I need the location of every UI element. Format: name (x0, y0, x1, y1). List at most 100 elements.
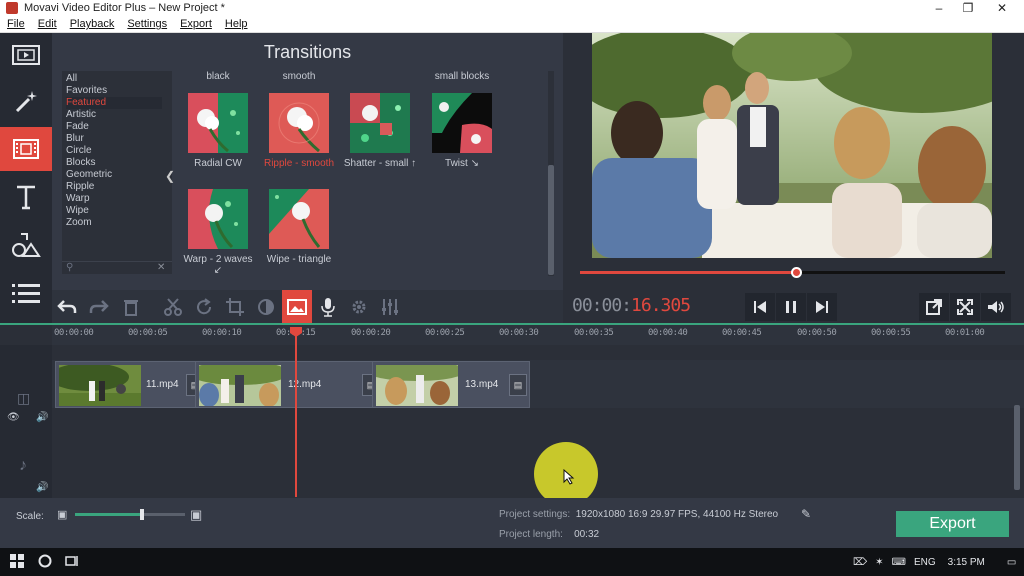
menu-file[interactable]: File (0, 18, 31, 30)
group-header: smooth (282, 71, 316, 82)
mouse-pointer-icon (563, 469, 575, 485)
category-circle[interactable]: Circle (66, 145, 162, 157)
timeline-ruler[interactable]: 00:00:00 00:00:05 00:00:10 00:00:15 00:0… (52, 325, 1024, 345)
category-warp[interactable]: Warp (66, 193, 162, 205)
audio-mute-icon[interactable]: 🔊 (36, 482, 48, 493)
notifications-icon[interactable]: ▭ (1007, 557, 1016, 568)
ruler-tick-label: 00:00:35 (574, 328, 614, 338)
rotate-icon[interactable] (189, 290, 219, 323)
menu-playback[interactable]: Playback (63, 18, 121, 30)
menu-export[interactable]: Export (173, 18, 218, 30)
category-wipe[interactable]: Wipe (66, 205, 162, 217)
windows-start-icon[interactable] (10, 554, 24, 571)
popout-icon[interactable] (919, 293, 949, 321)
music-note-icon: ♪ (19, 457, 27, 474)
export-button[interactable]: Export (896, 511, 1009, 537)
clip-transition-icon[interactable]: ▤ (509, 374, 527, 396)
clip-name: 13.mp4 (465, 379, 499, 390)
grid-scrollbar-thumb[interactable] (548, 165, 554, 275)
close-icon[interactable]: ✕ (985, 0, 1019, 16)
undo-icon[interactable] (52, 290, 82, 323)
search-circle-icon[interactable] (38, 554, 52, 571)
transition-thumbnail-ripple-smooth[interactable] (269, 93, 329, 153)
microphone-icon[interactable] (313, 290, 343, 323)
video-preview[interactable] (592, 33, 992, 258)
list-icon[interactable] (0, 271, 52, 315)
visibility-icon[interactable]: 👁 (7, 412, 20, 423)
transition-thumbnail-shatter-small[interactable] (350, 93, 410, 153)
ruler-tick-label: 00:00:45 (722, 328, 762, 338)
cut-icon[interactable] (158, 290, 188, 323)
category-artistic[interactable]: Artistic (66, 109, 162, 121)
timeline-clip-12[interactable]: 12.mp4 ▤ (195, 361, 380, 408)
timeline-clip-11[interactable]: 11.mp4 ▤ (55, 361, 210, 408)
collapse-panel-icon[interactable]: ❮ (165, 169, 175, 183)
category-all[interactable]: All (66, 73, 162, 85)
search-icon: ⚲ (66, 262, 74, 273)
menu-edit[interactable]: Edit (31, 18, 63, 30)
timeline-scrollbar[interactable] (1014, 405, 1020, 490)
transition-thumbnail-twist[interactable] (432, 93, 492, 153)
category-search-field[interactable]: ⚲ ✕ (62, 261, 172, 274)
title-bar: Movavi Video Editor Plus – New Project *… (0, 0, 1024, 16)
category-featured[interactable]: Featured (66, 97, 162, 109)
titles-icon[interactable] (0, 175, 52, 219)
zoom-out-icon[interactable]: ▣ (57, 508, 67, 521)
playhead-line[interactable] (295, 327, 297, 497)
clip-name: 12.mp4 (288, 379, 322, 390)
ruler-tick-label: 00:00:55 (871, 328, 911, 338)
magic-wand-icon[interactable] (0, 80, 52, 124)
project-settings-label: Project settings: (499, 509, 571, 520)
transition-thumbnail-warp-2-waves[interactable] (188, 189, 248, 249)
category-list: All Favorites Featured Artistic Fade Blu… (62, 71, 172, 274)
edit-pencil-icon[interactable]: ✎ (801, 507, 811, 521)
window-title: Movavi Video Editor Plus – New Project * (24, 2, 225, 14)
maximize-icon[interactable]: ❐ (951, 0, 985, 16)
menu-settings[interactable]: Settings (120, 18, 173, 30)
ruler-tick-label: 00:00:40 (648, 328, 688, 338)
network-icon[interactable]: ⌦ (853, 557, 867, 568)
category-favorites[interactable]: Favorites (66, 85, 162, 97)
clock[interactable]: 3:15 PM (948, 557, 985, 568)
wifi-icon[interactable]: ✶ (875, 557, 883, 568)
menu-bar: File Edit Playback Settings Export Help (0, 16, 1024, 33)
scale-slider-handle[interactable] (140, 509, 144, 520)
category-zoom[interactable]: Zoom (66, 217, 162, 229)
clear-search-icon[interactable]: ✕ (157, 262, 165, 273)
scale-label: Scale: (16, 511, 44, 522)
task-view-icon[interactable] (65, 554, 79, 571)
gear-icon[interactable] (344, 290, 374, 323)
skip-back-icon[interactable] (745, 293, 775, 321)
timecode-ms: 16.305 (631, 295, 691, 316)
transition-name: Shatter - small ↑ (343, 158, 417, 169)
category-blur[interactable]: Blur (66, 133, 162, 145)
skip-forward-icon[interactable] (807, 293, 837, 321)
pause-icon[interactable] (776, 293, 806, 321)
transition-thumbnail-radial-cw[interactable] (188, 93, 248, 153)
film-icon[interactable] (0, 33, 52, 77)
menu-help[interactable]: Help (218, 18, 254, 30)
category-ripple[interactable]: Ripple (66, 181, 162, 193)
volume-icon[interactable] (981, 293, 1011, 321)
shapes-icon[interactable] (0, 223, 52, 267)
fullscreen-icon[interactable] (950, 293, 980, 321)
delete-icon[interactable] (116, 290, 146, 323)
track-mute-icon[interactable]: 🔊 (36, 412, 48, 423)
language-indicator[interactable]: ENG (914, 557, 936, 568)
category-blocks[interactable]: Blocks (66, 157, 162, 169)
timeline-clip-13[interactable]: 13.mp4 ▤ (372, 361, 530, 408)
transitions-icon[interactable] (0, 127, 52, 171)
equalizer-icon[interactable] (375, 290, 405, 323)
image-icon[interactable] (282, 290, 312, 323)
ruler-tick-label: 00:00:25 (425, 328, 465, 338)
playback-progress-handle[interactable] (791, 267, 802, 278)
crop-icon[interactable] (220, 290, 250, 323)
transition-thumbnail-wipe-triangle[interactable] (269, 189, 329, 249)
color-adjust-icon[interactable] (251, 290, 281, 323)
category-fade[interactable]: Fade (66, 121, 162, 133)
zoom-in-icon[interactable]: ▣ (190, 507, 202, 523)
category-geometric[interactable]: Geometric (66, 169, 162, 181)
redo-icon[interactable] (84, 290, 114, 323)
keyboard-icon[interactable]: ⌨ (892, 557, 906, 568)
group-header: black (206, 71, 230, 82)
